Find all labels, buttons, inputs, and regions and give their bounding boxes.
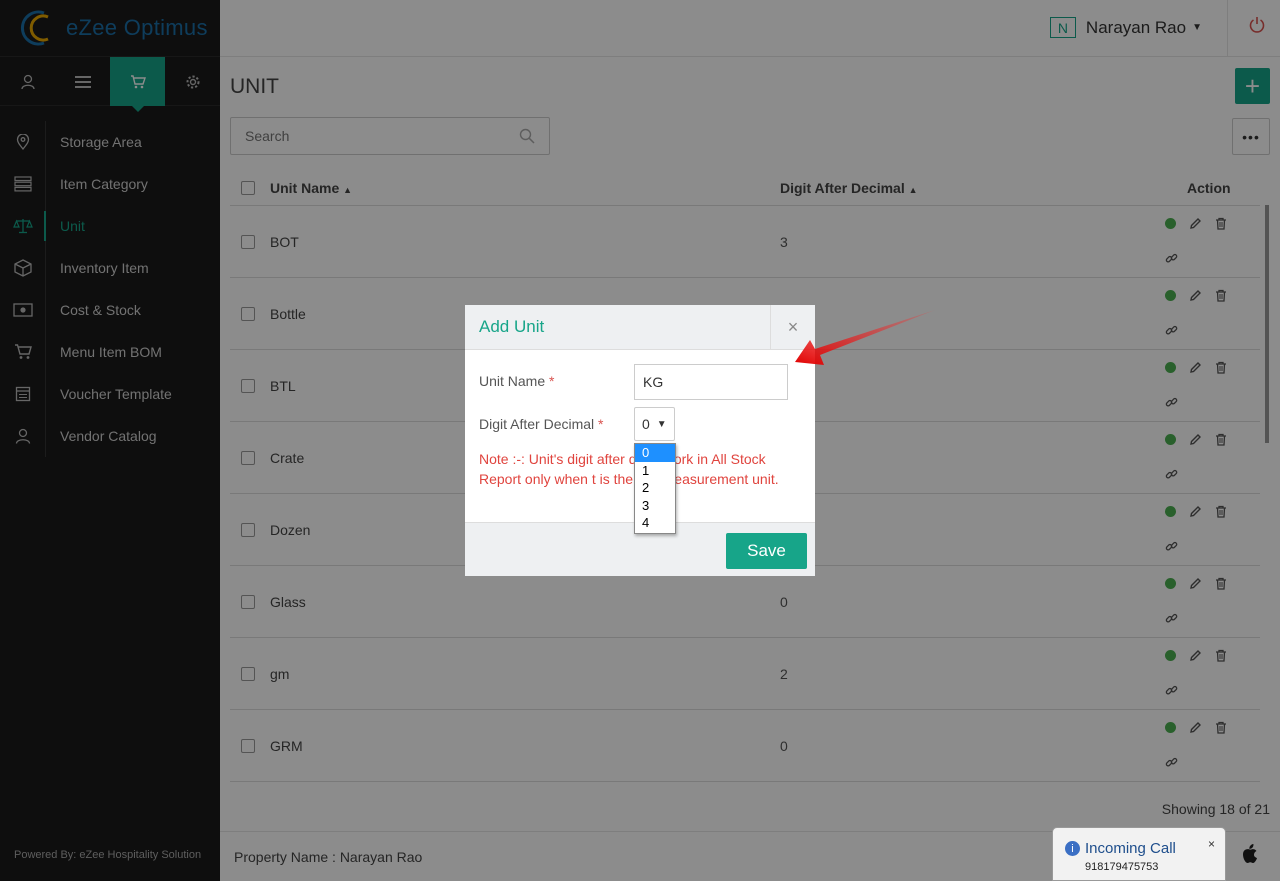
call-number: 918179475753 [1085,861,1159,873]
dropdown-option[interactable]: 4 [635,514,675,532]
label-text: Digit After Decimal [479,416,595,432]
dropdown-option[interactable]: 0 [635,444,675,462]
call-title: Incoming Call [1085,840,1176,857]
unit-name-input[interactable] [634,364,788,400]
digit-select[interactable]: 0 ▼ [634,407,675,441]
dropdown-option[interactable]: 1 [635,462,675,480]
digit-options-list: 01234 [634,443,676,534]
save-button[interactable]: Save [726,533,807,569]
unit-name-row: Unit Name * [479,373,554,389]
unit-name-label: Unit Name * [479,373,554,389]
selected-value: 0 [642,416,650,432]
required-mark: * [549,373,555,389]
info-icon: i [1065,841,1080,856]
red-arrow-annotation [795,310,935,365]
add-unit-modal: Add Unit × Unit Name * Digit After Decim… [465,305,815,576]
apple-icon[interactable] [1240,843,1260,865]
digit-label: Digit After Decimal * [479,416,604,432]
dropdown-option[interactable]: 3 [635,497,675,515]
close-icon[interactable]: × [1208,837,1215,851]
modal-title: Add Unit [479,317,545,336]
note-text: Note :-: Unit's digit after d will work … [479,451,779,487]
required-mark: * [598,416,604,432]
chevron-down-icon: ▼ [656,418,667,430]
digit-row: Digit After Decimal * [479,416,604,432]
label-text: Unit Name [479,373,546,389]
modal-header: Add Unit × [465,305,815,350]
incoming-call-popup[interactable]: i Incoming Call 918179475753 × [1052,827,1226,881]
dropdown-option[interactable]: 2 [635,479,675,497]
